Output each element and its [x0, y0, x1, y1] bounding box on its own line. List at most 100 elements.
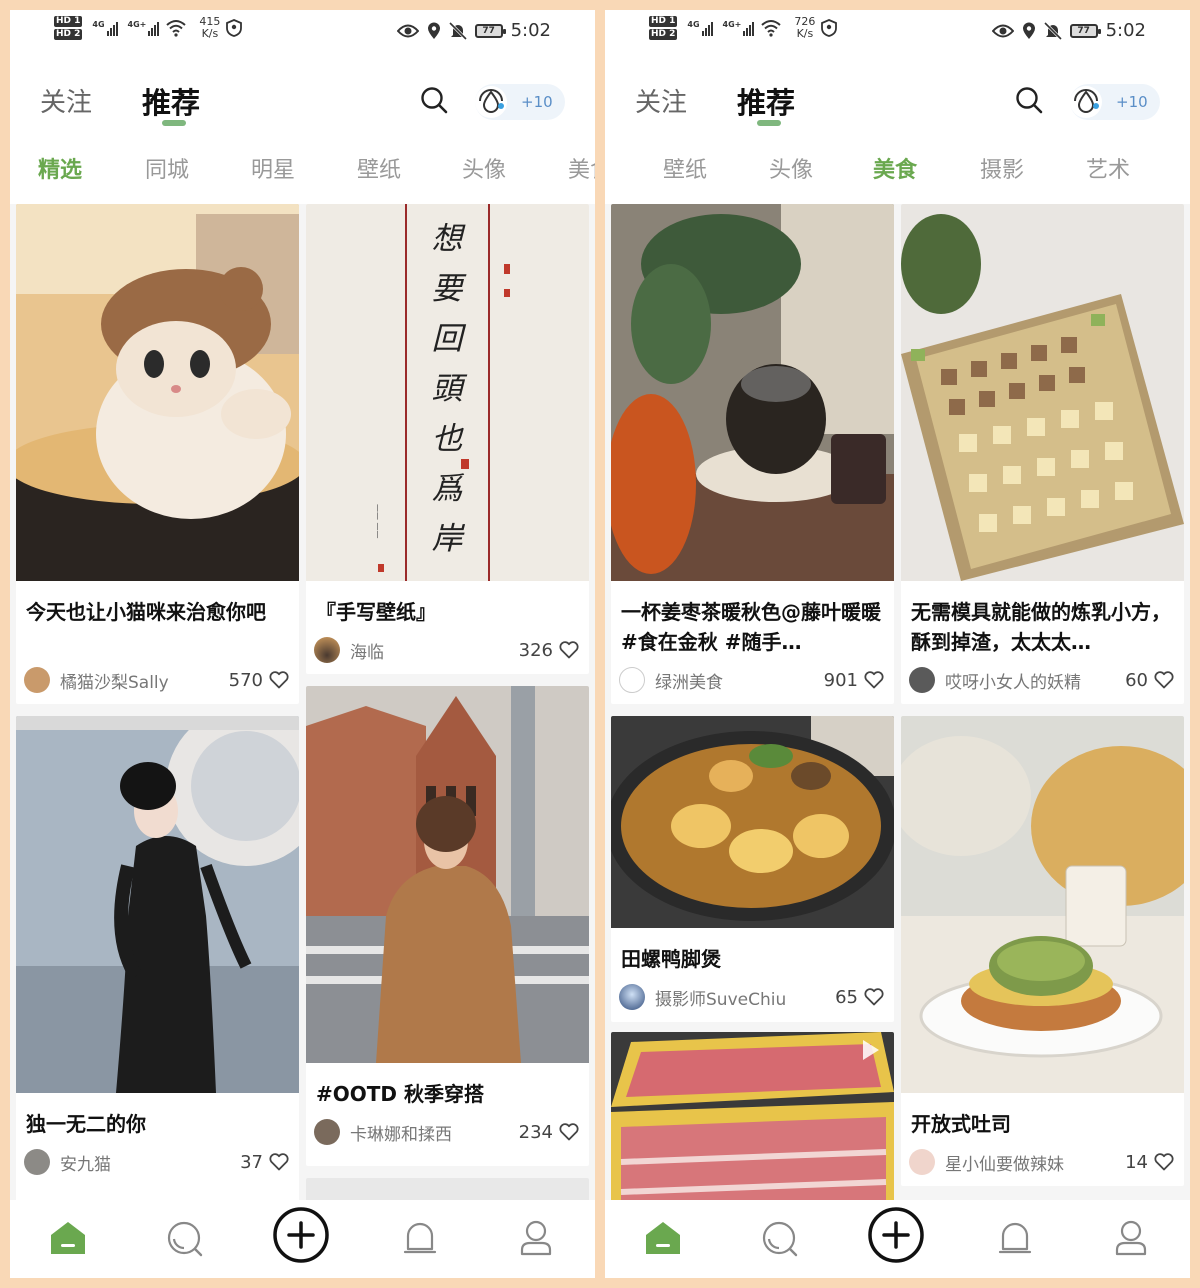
heart-icon[interactable]: [1154, 671, 1174, 689]
tab-recommend[interactable]: 推荐: [142, 80, 200, 122]
feed-card[interactable]: [611, 1032, 894, 1200]
signal-icon: 4G: [92, 20, 118, 36]
tab-celebrity[interactable]: 明星: [251, 152, 295, 184]
avatar[interactable]: [619, 667, 645, 693]
tab-local[interactable]: 同城: [145, 152, 189, 184]
author-name[interactable]: 摄影师SuveChiu: [655, 985, 835, 1010]
wifi-icon: [166, 20, 187, 37]
avatar[interactable]: [24, 1149, 50, 1175]
water-drop-icon: [1070, 86, 1102, 118]
like-count: 60: [1125, 669, 1148, 691]
heart-icon[interactable]: [559, 1123, 579, 1141]
status-bar: HD 1 HD 2 4G 4G+ 415 K/s 77 5:02: [10, 10, 595, 56]
status-bar: HD 1 HD 2 4G 4G+ 726 K/s 77 5:02: [605, 10, 1190, 56]
top-nav: 关注 推荐 +10: [605, 56, 1190, 134]
drop-count: +10: [1116, 93, 1148, 111]
heart-icon[interactable]: [559, 641, 579, 659]
net-speed: 415 K/s: [199, 15, 221, 40]
feed-card[interactable]: #OOTD 秋季穿搭 卡琳娜和揉西 234: [306, 686, 589, 1166]
card-meta: 安九猫 37: [24, 1147, 289, 1177]
card-meta: 海临 326: [314, 635, 579, 665]
profile-icon[interactable]: [1111, 1218, 1151, 1258]
author-name[interactable]: 绿洲美食: [655, 668, 824, 693]
heart-icon[interactable]: [864, 988, 884, 1006]
tab-wallpaper[interactable]: 壁纸: [663, 152, 707, 184]
card-meta: 卡琳娜和揉西 234: [314, 1117, 579, 1147]
feed-card[interactable]: 无需模具就能做的炼乳小方，酥到掉渣，太太太… 哎呀小女人的妖精 60: [901, 204, 1184, 704]
tab-wallpaper[interactable]: 壁纸: [357, 152, 401, 184]
bottom-nav: [605, 1200, 1190, 1278]
add-icon[interactable]: [867, 1206, 925, 1264]
author-name[interactable]: 哎呀小女人的妖精: [945, 668, 1125, 693]
heart-icon[interactable]: [864, 671, 884, 689]
like-count: 326: [518, 639, 553, 661]
notification-icon[interactable]: [400, 1218, 440, 1258]
card-title: 无需模具就能做的炼乳小方，酥到掉渣，太太太…: [911, 600, 1171, 654]
feed-card[interactable]: [306, 1178, 589, 1200]
clock: 5:02: [510, 20, 551, 41]
feed-card[interactable]: —— —— 想要回頭也爲岸 『手写壁纸』 海临 326: [306, 204, 589, 674]
profile-icon[interactable]: [516, 1218, 556, 1258]
active-tab-indicator: [162, 120, 186, 126]
avatar[interactable]: [909, 1149, 935, 1175]
signal-icon: 4G+: [128, 20, 160, 36]
avatar[interactable]: [24, 667, 50, 693]
water-drop-button[interactable]: +10: [475, 84, 565, 120]
heart-icon[interactable]: [269, 1153, 289, 1171]
tab-food[interactable]: 美食: [568, 152, 595, 184]
tab-follow[interactable]: 关注: [635, 82, 687, 119]
tab-recommend[interactable]: 推荐: [737, 80, 795, 122]
avatar[interactable]: [314, 1119, 340, 1145]
author-name[interactable]: 安九猫: [60, 1150, 240, 1175]
author-name[interactable]: 星小仙要做辣妹: [945, 1150, 1125, 1175]
heart-icon[interactable]: [269, 671, 289, 689]
mute-bell-icon: [448, 21, 467, 40]
eye-icon: [991, 24, 1014, 37]
tab-photography[interactable]: 摄影: [980, 152, 1024, 184]
feed-card[interactable]: 一杯姜枣茶暖秋色@藤叶暖暖 #食在金秋 #随手… 绿洲美食 901: [611, 204, 894, 704]
search-icon[interactable]: [420, 86, 448, 114]
ootd-photo: [306, 686, 589, 1063]
feed-card[interactable]: 独一无二的你 安九猫 37: [16, 716, 299, 1200]
tab-follow[interactable]: 关注: [40, 82, 92, 119]
net-type: 4G+: [127, 20, 147, 29]
discover-icon[interactable]: [759, 1218, 799, 1258]
discover-icon[interactable]: [164, 1218, 204, 1258]
water-drop-icon: [475, 86, 507, 118]
author-name[interactable]: 海临: [350, 638, 519, 663]
avatar[interactable]: [619, 984, 645, 1010]
eye-icon: [396, 24, 419, 37]
signal-icon: 4G+: [723, 20, 755, 36]
search-icon[interactable]: [1015, 86, 1043, 114]
home-icon[interactable]: [643, 1218, 683, 1258]
net-type: 4G+: [722, 20, 742, 29]
feed-card[interactable]: 田螺鸭脚煲 摄影师SuveChiu 65: [611, 716, 894, 1022]
net-type: 4G: [92, 20, 105, 29]
tab-featured[interactable]: 精选: [38, 152, 82, 184]
feed-card[interactable]: 今天也让小猫咪来治愈你吧 橘猫沙梨Sally 570: [16, 204, 299, 704]
card-title: 一杯姜枣茶暖秋色@藤叶暖暖 #食在金秋 #随手…: [621, 600, 881, 654]
card-title: 开放式吐司: [911, 1112, 1011, 1136]
wifi-icon: [761, 20, 782, 37]
author-name[interactable]: 橘猫沙梨Sally: [60, 668, 229, 693]
tab-avatar[interactable]: 头像: [462, 152, 506, 184]
avatar[interactable]: [314, 637, 340, 663]
author-name[interactable]: 卡琳娜和揉西: [350, 1120, 519, 1145]
add-icon[interactable]: [272, 1206, 330, 1264]
avatar[interactable]: [909, 667, 935, 693]
right-screen: HD 1 HD 2 4G 4G+ 726 K/s 77 5:02 关注 推荐 +1…: [605, 10, 1190, 1278]
heart-icon[interactable]: [1154, 1153, 1174, 1171]
tab-food[interactable]: 美食: [873, 152, 917, 184]
hd2-badge: HD 2: [649, 29, 678, 40]
bottom-nav: [10, 1200, 595, 1278]
battery-icon: 77: [1069, 23, 1101, 38]
location-icon: [427, 22, 440, 39]
home-icon[interactable]: [48, 1218, 88, 1258]
shield-icon: [226, 19, 243, 37]
tab-avatar[interactable]: 头像: [769, 152, 813, 184]
feed-card[interactable]: 开放式吐司 星小仙要做辣妹 14: [901, 716, 1184, 1186]
tab-art[interactable]: 艺术: [1086, 152, 1130, 184]
water-drop-button[interactable]: +10: [1070, 84, 1160, 120]
notification-icon[interactable]: [995, 1218, 1035, 1258]
toast-photo: [901, 716, 1184, 1093]
